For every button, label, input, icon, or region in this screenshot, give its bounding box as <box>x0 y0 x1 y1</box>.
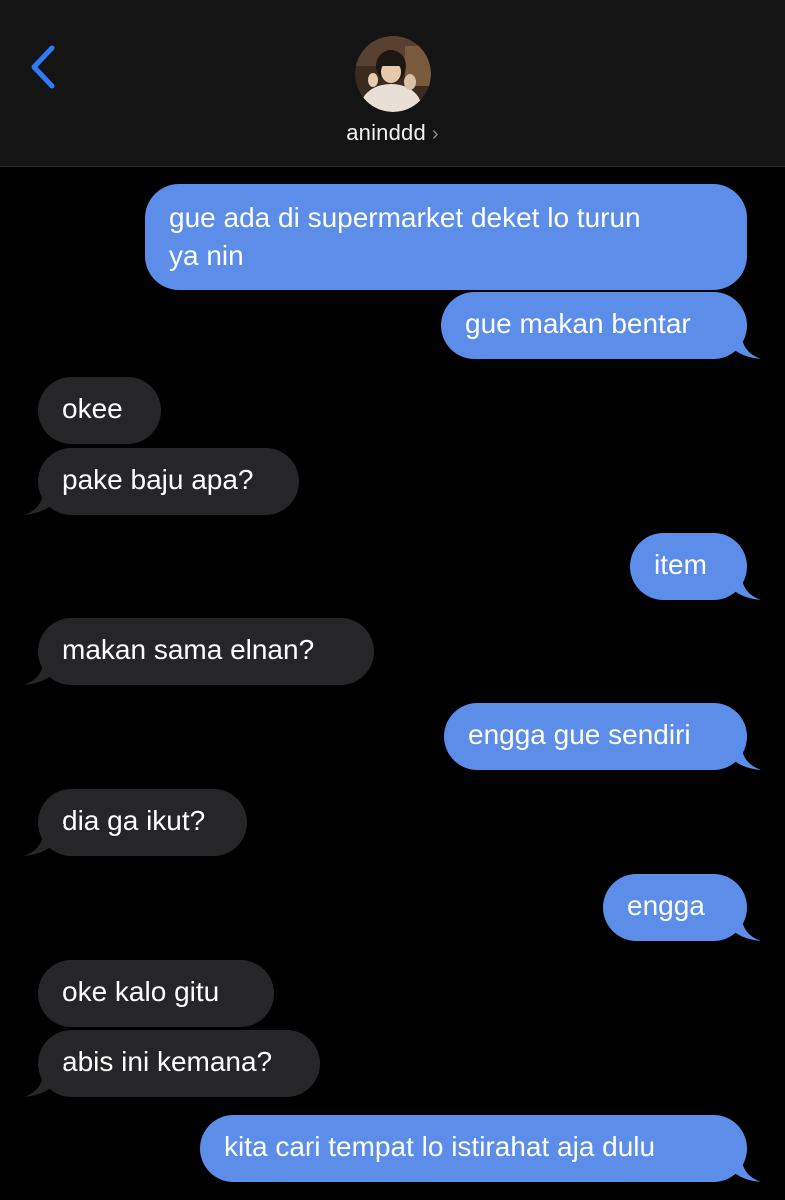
bubble-tail <box>721 909 761 941</box>
message-text: kita cari tempat lo istirahat aja dulu <box>224 1131 656 1162</box>
sent-message[interactable]: kita cari tempat lo istirahat aja dulu <box>200 1115 761 1182</box>
sent-message[interactable]: gue makan bentar <box>441 292 761 359</box>
message-text: pake baju apa? <box>62 464 254 495</box>
received-message[interactable]: makan sama elnan? <box>24 618 374 685</box>
sent-message[interactable]: engga <box>603 874 761 941</box>
message-text: okee <box>62 393 123 424</box>
message-text: dia ga ikut? <box>62 805 206 836</box>
received-message[interactable]: oke kalo gitu <box>38 960 274 1027</box>
contact-name-button[interactable]: aninddd › <box>0 120 785 146</box>
avatar-photo <box>355 36 431 112</box>
conversation-header: aninddd › <box>0 0 785 167</box>
message-text: gue makan bentar <box>465 308 691 339</box>
message-text: oke kalo gitu <box>62 976 220 1007</box>
sent-message[interactable]: engga gue sendiri <box>444 703 761 770</box>
chevron-left-icon <box>31 45 55 89</box>
message-text: item <box>654 549 707 580</box>
sent-message[interactable]: item <box>630 533 761 600</box>
sent-message[interactable]: gue ada di supermarket deket lo turun ya… <box>145 184 747 290</box>
back-button[interactable] <box>22 42 66 92</box>
chevron-right-icon: › <box>431 123 439 145</box>
message-text: engga gue sendiri <box>468 719 691 750</box>
message-text: makan sama elnan? <box>62 634 315 665</box>
message-text-line: gue ada di supermarket deket lo turun <box>169 202 641 233</box>
received-message[interactable]: dia ga ikut? <box>24 789 247 856</box>
bubble-tail <box>24 1065 64 1097</box>
received-message[interactable]: abis ini kemana? <box>24 1030 320 1097</box>
bubble-tail <box>24 824 64 856</box>
bubble-tail <box>24 483 64 515</box>
contact-name: aninddd <box>346 120 426 145</box>
bubble-tail <box>24 653 64 685</box>
bubble-tail <box>721 1150 761 1182</box>
message-text: engga <box>627 890 705 921</box>
bubble-tail <box>721 738 761 770</box>
received-message[interactable]: pake baju apa? <box>24 448 299 515</box>
received-message[interactable]: okee <box>38 377 161 444</box>
messages-screen: aninddd › gue ada di supermarket deket lo… <box>0 0 785 1200</box>
bubble-tail <box>721 568 761 600</box>
message-text-line: ya nin <box>169 240 244 271</box>
contact-avatar[interactable] <box>355 36 431 112</box>
bubble-tail <box>721 327 761 359</box>
message-text: abis ini kemana? <box>62 1046 273 1077</box>
